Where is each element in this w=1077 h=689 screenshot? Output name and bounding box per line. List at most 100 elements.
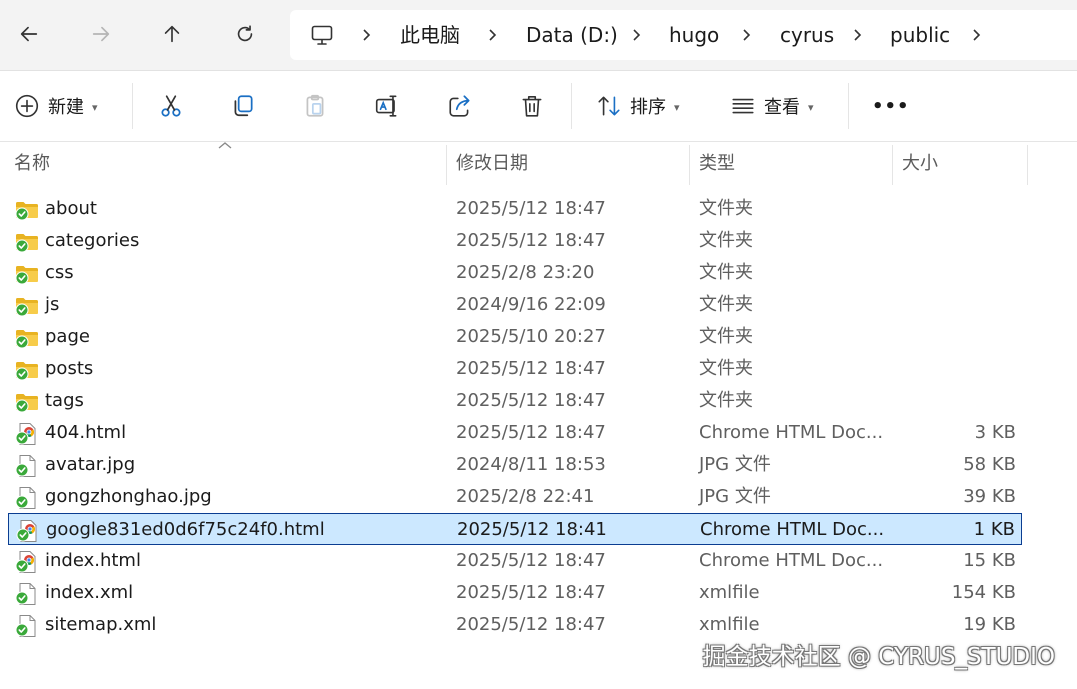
folder-row[interactable]: posts 2025/5/12 18:47 文件夹 <box>8 353 1022 385</box>
folder-icon <box>15 362 38 381</box>
refresh-button[interactable] <box>228 17 262 51</box>
file-type: JPG 文件 <box>699 486 771 507</box>
sort-button[interactable]: 排序 ▾ <box>596 85 680 127</box>
file-row[interactable]: gongzhonghao.jpg 2025/2/8 22:41 JPG 文件 39 K… <box>8 481 1022 513</box>
cut-button[interactable] <box>158 85 184 127</box>
breadcrumb[interactable]: 此电脑 Data (D:) hugo cyrus public <box>290 10 1077 60</box>
file-type: JPG 文件 <box>699 454 771 475</box>
file-name: about <box>45 198 97 219</box>
file-date: 2025/2/8 22:41 <box>456 486 595 507</box>
file-icon <box>15 615 36 637</box>
breadcrumb-separator[interactable] <box>630 10 644 60</box>
breadcrumb-separator[interactable] <box>486 10 500 60</box>
arrow-left-icon <box>20 26 38 42</box>
folder-row[interactable]: css 2025/2/8 23:20 文件夹 <box>8 257 1022 289</box>
file-row[interactable]: 404.html 2025/5/12 18:47 Chrome HTML Doc..… <box>8 417 1022 449</box>
folder-row[interactable]: categories 2025/5/12 18:47 文件夹 <box>8 225 1022 257</box>
column-divider[interactable] <box>689 145 690 185</box>
chevron-right-icon <box>854 29 862 41</box>
file-date: 2025/5/12 18:47 <box>456 390 606 411</box>
chrome-html-icon <box>15 423 36 445</box>
forward-button[interactable] <box>84 17 118 51</box>
file-size: 3 KB <box>974 422 1016 443</box>
breadcrumb-computer[interactable] <box>310 10 334 60</box>
column-header-size[interactable]: 大小 <box>902 145 938 183</box>
rename-button[interactable] <box>374 85 400 127</box>
file-size: 1 KB <box>973 519 1015 540</box>
file-icon <box>15 487 36 509</box>
chevron-down-icon: ▾ <box>808 100 814 114</box>
column-divider[interactable] <box>892 145 893 185</box>
file-type: 文件夹 <box>699 358 753 379</box>
refresh-icon <box>237 25 253 42</box>
file-type: 文件夹 <box>699 294 753 315</box>
rename-icon <box>375 95 397 117</box>
cut-icon <box>161 95 181 117</box>
chevron-down-icon: ▾ <box>674 100 680 114</box>
file-type: 文件夹 <box>699 390 753 411</box>
folder-icon <box>15 266 38 285</box>
file-date: 2025/5/12 18:47 <box>456 614 606 635</box>
column-divider[interactable] <box>446 145 447 185</box>
paste-button[interactable] <box>302 85 328 127</box>
chrome-html-icon <box>15 551 36 573</box>
file-row[interactable]: index.xml 2025/5/12 18:47 xmlfile 154 KB <box>8 577 1022 609</box>
folder-icon <box>15 202 38 221</box>
new-button[interactable]: 新建 ▾ <box>14 85 98 127</box>
toolbar-divider <box>132 83 133 129</box>
file-icon <box>15 455 36 477</box>
folder-row[interactable]: tags 2025/5/12 18:47 文件夹 <box>8 385 1022 417</box>
file-name: index.html <box>45 550 141 571</box>
plus-circle-icon <box>15 94 39 118</box>
share-button[interactable] <box>447 85 473 127</box>
up-button[interactable] <box>155 17 189 51</box>
file-name: posts <box>45 358 94 379</box>
computer-icon <box>311 25 333 45</box>
file-name: js <box>45 294 60 315</box>
breadcrumb-item[interactable]: 此电脑 <box>400 10 460 60</box>
file-row[interactable]: index.html 2025/5/12 18:47 Chrome HTML Doc… <box>8 545 1022 577</box>
folder-row[interactable]: js 2024/9/16 22:09 文件夹 <box>8 289 1022 321</box>
file-name: page <box>45 326 90 347</box>
column-divider[interactable] <box>1027 145 1028 185</box>
chevron-down-icon: ▾ <box>92 100 98 114</box>
more-button[interactable]: ••• <box>872 85 910 127</box>
folder-row[interactable]: about 2025/5/12 18:47 文件夹 <box>8 193 1022 225</box>
breadcrumb-item[interactable]: Data (D:) <box>526 10 618 60</box>
file-row[interactable]: avatar.jpg 2024/8/11 18:53 JPG 文件 58 KB <box>8 449 1022 481</box>
chrome-html-icon <box>16 520 37 542</box>
breadcrumb-item[interactable]: hugo <box>669 10 719 60</box>
back-button[interactable] <box>12 17 46 51</box>
folder-icon <box>15 298 38 317</box>
command-bar: 新建 ▾ 排序 ▾ 查看 ▾ ••• <box>0 71 1077 142</box>
breadcrumb-item[interactable]: cyrus <box>780 10 834 60</box>
chevron-right-icon <box>489 29 497 41</box>
folder-row[interactable]: page 2025/5/10 20:27 文件夹 <box>8 321 1022 353</box>
file-date: 2025/5/12 18:47 <box>456 230 606 251</box>
breadcrumb-item[interactable]: public <box>890 10 950 60</box>
file-date: 2025/5/12 18:47 <box>456 198 606 219</box>
file-type: Chrome HTML Doc... <box>700 519 885 540</box>
breadcrumb-separator[interactable] <box>970 10 984 60</box>
arrow-up-icon <box>164 25 180 43</box>
breadcrumb-separator[interactable] <box>851 10 865 60</box>
breadcrumb-separator[interactable] <box>360 10 374 60</box>
column-header-date[interactable]: 修改日期 <box>456 145 528 183</box>
file-date: 2025/5/12 18:47 <box>456 550 606 571</box>
file-row[interactable]: google831ed0d6f75c24f0.html 2025/5/12 18:… <box>8 513 1022 545</box>
file-type: 文件夹 <box>699 230 753 251</box>
chevron-right-icon <box>973 29 981 41</box>
sort-ascending-icon <box>218 142 232 149</box>
delete-button[interactable] <box>519 85 545 127</box>
breadcrumb-separator[interactable] <box>740 10 754 60</box>
column-header-name[interactable]: 名称 <box>14 145 50 183</box>
delete-icon <box>522 95 542 117</box>
file-name: google831ed0d6f75c24f0.html <box>46 519 325 540</box>
copy-button[interactable] <box>230 85 256 127</box>
column-header-type[interactable]: 类型 <box>699 145 735 183</box>
file-date: 2025/5/10 20:27 <box>456 326 606 347</box>
view-button[interactable]: 查看 ▾ <box>730 85 814 127</box>
file-type: xmlfile <box>699 582 760 603</box>
file-size: 154 KB <box>951 582 1016 603</box>
folder-icon <box>15 330 38 349</box>
